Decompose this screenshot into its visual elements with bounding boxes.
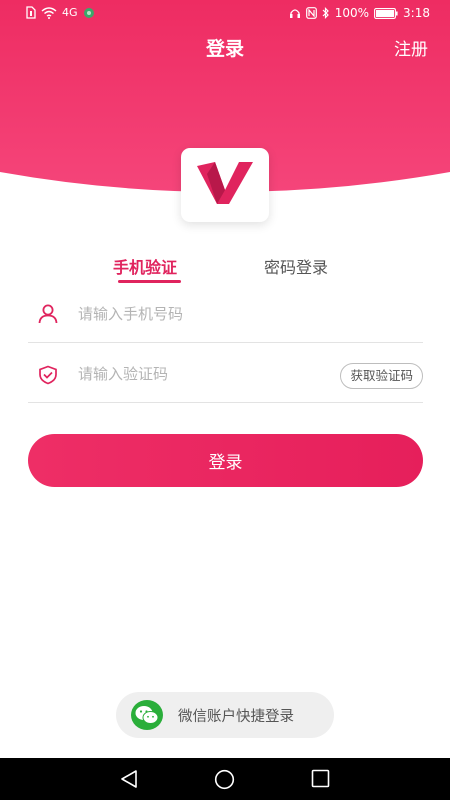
home-circle-icon[interactable] xyxy=(214,769,235,794)
wechat-login-label: 微信账户快捷登录 xyxy=(178,709,294,725)
phone-input[interactable] xyxy=(76,297,320,331)
recent-square-icon[interactable] xyxy=(311,769,330,792)
notification-app-icon xyxy=(83,7,95,19)
page-title: 登录 xyxy=(205,38,244,60)
wechat-icon xyxy=(131,700,163,730)
login-button[interactable]: 登录 xyxy=(28,434,423,487)
code-field-row: 获取验证码 xyxy=(28,343,423,403)
phone-field-row xyxy=(28,283,423,343)
wechat-login-button[interactable]: 微信账户快捷登录 xyxy=(116,692,334,738)
shield-check-icon xyxy=(38,365,58,389)
verification-code-input[interactable] xyxy=(76,357,320,391)
wifi-icon xyxy=(41,6,57,19)
status-bar: 4G 100% 3:18 xyxy=(0,0,450,30)
tab-password-login[interactable]: 密码登录 xyxy=(264,254,328,278)
app-logo xyxy=(181,148,269,222)
battery-icon xyxy=(374,7,398,19)
system-nav-bar xyxy=(0,758,450,800)
clock: 3:18 xyxy=(403,6,430,20)
tab-sms-verify[interactable]: 手机验证 xyxy=(113,254,177,278)
sim-icon xyxy=(26,6,36,19)
get-code-button[interactable]: 获取验证码 xyxy=(340,363,423,389)
register-link[interactable]: 注册 xyxy=(394,35,428,60)
bluetooth-icon xyxy=(322,7,330,19)
network-label: 4G xyxy=(62,6,78,19)
battery-percent: 100% xyxy=(334,6,370,20)
status-right: 100% 3:18 xyxy=(289,6,430,20)
user-icon xyxy=(38,304,58,328)
headphone-icon xyxy=(289,7,301,19)
nfc-icon xyxy=(305,7,317,19)
status-left: 4G xyxy=(26,6,95,19)
back-triangle-icon[interactable] xyxy=(119,769,139,793)
v-logo-icon xyxy=(195,160,255,210)
